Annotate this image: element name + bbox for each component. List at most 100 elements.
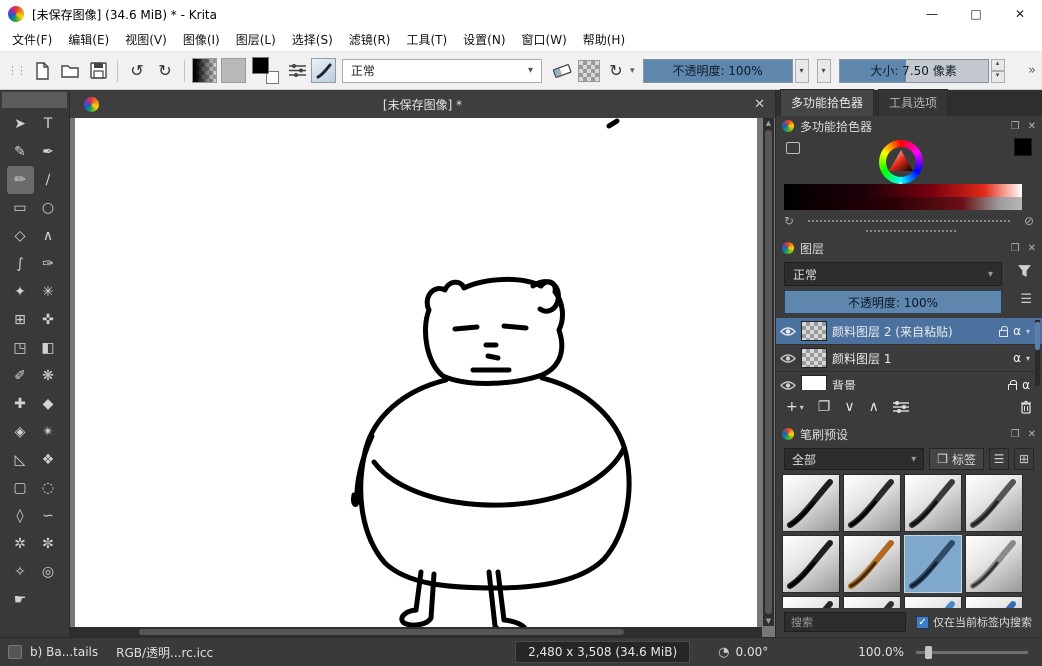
shape-select-tool[interactable]: ➤ [7, 110, 34, 138]
layer-options-menu-icon[interactable]: ☰ [1020, 292, 1032, 307]
docker-splitter[interactable] [866, 230, 956, 232]
brush-preset-thumbnail[interactable] [965, 535, 1023, 593]
canvas-tab[interactable]: [未保存图像] * ✕ [70, 90, 775, 118]
delete-layer-button[interactable] [1020, 400, 1032, 414]
float-docker-icon[interactable]: ❐ [1011, 429, 1020, 440]
grid-view-icon[interactable]: ⊞ [1014, 448, 1034, 470]
layer-list-scrollbar[interactable] [1035, 320, 1040, 386]
layer-opacity-slider[interactable]: 不透明度: 100% [784, 290, 1002, 314]
float-docker-icon[interactable]: ❐ [1011, 121, 1020, 132]
menu-item[interactable]: 窗口(W) [514, 28, 575, 51]
undo-button[interactable]: ↺ [124, 58, 150, 84]
chevron-down-icon[interactable]: ▾ [1026, 327, 1030, 336]
visibility-eye-icon[interactable] [780, 380, 796, 391]
ellipse-tool[interactable]: ○ [35, 194, 62, 222]
pan-tool[interactable]: ☛ [7, 586, 34, 614]
menu-item[interactable]: 图像(I) [175, 28, 228, 51]
alpha-lock-icon[interactable]: α [1013, 324, 1021, 338]
canvas-tab-close-icon[interactable]: ✕ [754, 97, 765, 112]
menu-item[interactable]: 图层(L) [228, 28, 284, 51]
canvas-vertical-scrollbar[interactable]: ▲ ▼ [763, 118, 774, 626]
pattern-chooser-button[interactable] [221, 58, 246, 83]
layer-row[interactable]: 背景 α [776, 372, 1042, 390]
reference-images-tool[interactable]: ❖ [35, 446, 62, 474]
menu-item[interactable]: 编辑(E) [60, 28, 117, 51]
layer-blend-mode-dropdown[interactable]: 正常 ▾ [784, 262, 1002, 286]
menu-item[interactable]: 文件(F) [4, 28, 60, 51]
color-triangle[interactable] [886, 147, 916, 177]
gradient-tool[interactable]: ◧ [35, 334, 62, 362]
zoom-slider[interactable] [916, 651, 1028, 654]
eraser-mode-button[interactable] [549, 58, 575, 84]
brush-preset-thumbnail[interactable] [782, 535, 840, 593]
save-button[interactable] [85, 58, 111, 84]
zoom-tool[interactable]: ◎ [35, 558, 62, 586]
reload-preset-button[interactable]: ↻ [603, 58, 629, 84]
text-tool[interactable]: T [35, 110, 62, 138]
polygon-tool[interactable]: ◇ [7, 222, 34, 250]
bezier-select-tool[interactable]: ✧ [7, 558, 34, 586]
brush-preset-thumbnail[interactable] [843, 535, 901, 593]
edit-brush-settings-button[interactable] [284, 58, 310, 84]
color-history-icon[interactable] [786, 142, 800, 154]
layer-row[interactable]: 颜料图层 1 α ▾ [776, 345, 1042, 372]
freehand-brush-tool[interactable]: ✏ [7, 166, 34, 194]
move-layer-down-button[interactable]: ∨ [844, 399, 854, 415]
maximize-button[interactable]: □ [954, 0, 998, 28]
brush-preset-thumbnail[interactable] [904, 474, 962, 532]
lock-icon[interactable] [999, 330, 1008, 337]
size-preset-dropdown-button[interactable]: ▾ [817, 59, 831, 83]
color-sampler-tool[interactable]: ✐ [7, 362, 34, 390]
tags-button[interactable]: ❒ 标签 [929, 448, 984, 470]
alpha-lock-icon[interactable]: α [1022, 378, 1030, 390]
horizontal-scroll-thumb[interactable] [139, 629, 623, 635]
brush-size-slider[interactable]: 大小: 7.50 像素 [839, 59, 989, 83]
pattern-edit-tool[interactable]: ❋ [35, 362, 62, 390]
duplicate-layer-button[interactable]: ❐ [818, 399, 831, 415]
choose-brush-preset-button[interactable] [311, 58, 336, 83]
brush-preset-thumbnail[interactable] [843, 474, 901, 532]
ellipse-select-tool[interactable]: ◌ [35, 474, 62, 502]
tab-tool-options[interactable]: 工具选项 [878, 89, 948, 116]
brush-preset-thumbnail[interactable] [904, 535, 962, 593]
freehand-path-tool[interactable]: ✑ [35, 250, 62, 278]
preserve-alpha-button[interactable] [578, 60, 600, 82]
menu-item[interactable]: 设置(N) [455, 28, 513, 51]
bezier-curve-tool[interactable]: ∫ [7, 250, 34, 278]
toolbar-overflow-icon[interactable]: » [1028, 63, 1038, 78]
toolbar-drag-handle[interactable]: ⋮⋮ [7, 64, 25, 77]
alpha-lock-icon[interactable]: α [1013, 351, 1021, 365]
lock-icon[interactable] [1008, 384, 1017, 391]
layer-filter-button[interactable] [1017, 264, 1032, 281]
float-docker-icon[interactable]: ❐ [1011, 243, 1020, 254]
dynamic-brush-tool[interactable]: ✦ [7, 278, 34, 306]
menu-item[interactable]: 帮助(H) [575, 28, 633, 51]
zoom-slider-thumb[interactable] [925, 646, 932, 659]
no-color-icon[interactable]: ⊘ [1024, 214, 1034, 228]
blending-mode-dropdown[interactable]: 正常 ▾ [342, 59, 542, 83]
freehand-select-tool[interactable]: ∽ [35, 502, 62, 530]
close-docker-icon[interactable]: ✕ [1028, 121, 1036, 132]
vertical-scroll-thumb[interactable] [765, 130, 772, 614]
multibrush-tool[interactable]: ✳ [35, 278, 62, 306]
enclose-fill-tool[interactable]: ◈ [7, 418, 34, 446]
reload-caret-icon[interactable]: ▾ [630, 66, 635, 76]
layer-row[interactable]: 颜料图层 2 (来自粘贴) α ▾ [776, 318, 1042, 345]
size-spinner[interactable]: ▴ ▾ [991, 59, 1005, 83]
shade-gradient-slider[interactable] [784, 197, 1022, 210]
search-in-tag-checkbox[interactable]: ✓ [916, 616, 929, 629]
close-docker-icon[interactable]: ✕ [1028, 429, 1036, 440]
rect-select-tool[interactable]: ▢ [7, 474, 34, 502]
brush-search-input[interactable] [784, 612, 906, 632]
smart-patch-tool[interactable]: ✚ [7, 390, 34, 418]
docker-resize-handle[interactable] [808, 220, 1010, 222]
rectangle-tool[interactable]: ▭ [7, 194, 34, 222]
edit-shapes-tool[interactable]: ✎ [7, 138, 34, 166]
close-button[interactable]: ✕ [998, 0, 1042, 28]
menu-item[interactable]: 选择(S) [284, 28, 341, 51]
brush-preset-thumbnail[interactable] [843, 596, 901, 608]
move-layer-up-button[interactable]: ∧ [869, 399, 879, 415]
brush-preset-chip[interactable] [8, 645, 22, 659]
canvas-horizontal-scrollbar[interactable] [70, 627, 762, 637]
brush-tag-dropdown[interactable]: 全部 ▾ [784, 448, 924, 470]
